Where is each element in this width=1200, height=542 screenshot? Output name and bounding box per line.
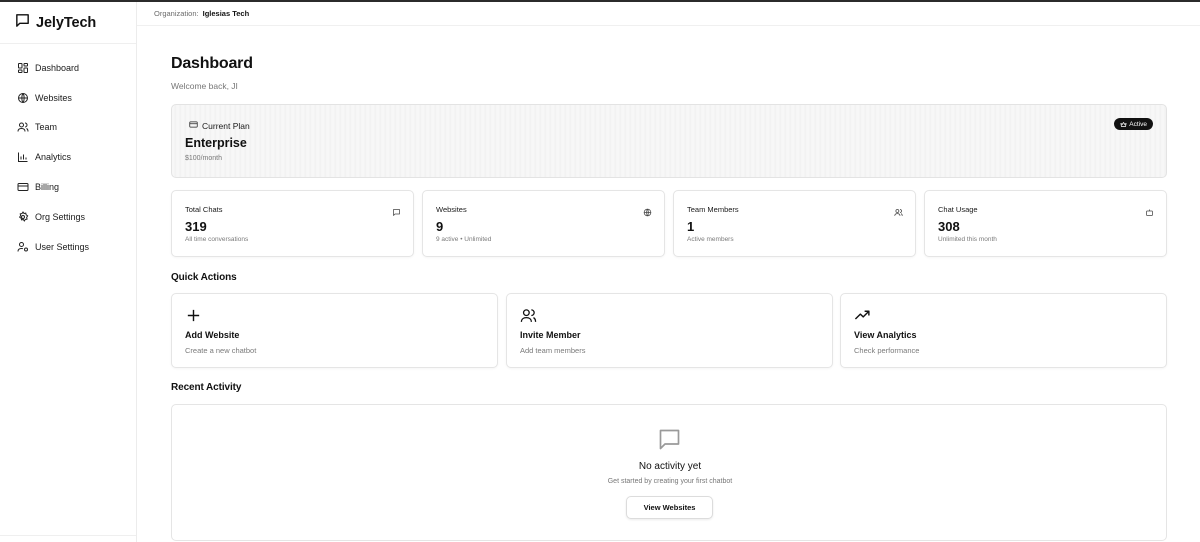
plan-name: Enterprise <box>185 136 247 150</box>
bar-chart-icon <box>17 151 29 163</box>
page-title: Dashboard <box>171 55 253 72</box>
message-square-icon <box>14 12 31 34</box>
plan-header: Current Plan <box>185 120 250 131</box>
stat-card-team-members: Team Members 1 Active members <box>673 190 916 257</box>
stat-title: Chat Usage <box>938 205 978 214</box>
current-plan-card: Current Plan Enterprise $100/month Activ… <box>171 104 1167 178</box>
action-title: Invite Member <box>520 330 581 340</box>
status-badge-label: Active <box>1129 120 1147 128</box>
action-subtitle: Create a new chatbot <box>185 346 257 355</box>
sidebar: JelyTech Dashboard Websites Team Analyti… <box>0 2 137 542</box>
sidebar-item-label: Analytics <box>35 152 72 163</box>
action-title: View Analytics <box>854 330 917 340</box>
view-websites-button[interactable]: View Websites <box>626 496 713 519</box>
stat-title: Websites <box>436 205 467 214</box>
stat-title: Total Chats <box>185 205 223 214</box>
sidebar-item-websites[interactable]: Websites <box>0 83 136 113</box>
sidebar-item-billing[interactable]: Billing <box>0 172 136 202</box>
stat-title: Team Members <box>687 205 739 214</box>
bot-icon <box>1145 204 1154 216</box>
stat-value: 1 <box>687 219 695 234</box>
action-subtitle: Add team members <box>520 346 586 355</box>
status-badge: Active <box>1114 118 1153 130</box>
globe-icon <box>643 204 652 217</box>
sidebar-item-label: Dashboard <box>35 62 80 73</box>
users-icon <box>17 121 29 133</box>
org-label: Organization: <box>154 9 199 18</box>
stat-subtitle: 9 active • Unlimited <box>436 236 492 243</box>
sidebar-item-label: Websites <box>35 92 72 103</box>
org-name[interactable]: Iglesias Tech <box>203 9 250 18</box>
plus-icon <box>185 307 202 324</box>
sidebar-item-user-settings[interactable]: User Settings <box>0 232 136 262</box>
sidebar-divider <box>0 535 136 536</box>
stats-row: Total Chats 319 All time conversations W… <box>171 190 1167 257</box>
sidebar-item-dashboard[interactable]: Dashboard <box>0 53 136 83</box>
plan-label: Current Plan <box>202 120 250 131</box>
stat-subtitle: Unlimited this month <box>938 236 997 243</box>
sidebar-item-team[interactable]: Team <box>0 113 136 143</box>
recent-activity-title: Recent Activity <box>171 382 242 393</box>
action-title: Add Website <box>185 330 240 340</box>
users-icon <box>894 204 903 216</box>
sidebar-item-label: Team <box>35 122 58 133</box>
stat-subtitle: All time conversations <box>185 236 249 243</box>
sidebar-item-analytics[interactable]: Analytics <box>0 142 136 172</box>
quick-actions: Add Website Create a new chatbot Invite … <box>171 293 1167 368</box>
credit-card-icon <box>17 181 29 193</box>
sidebar-item-org-settings[interactable]: Org Settings <box>0 202 136 232</box>
plan-price: $100/month <box>185 155 222 162</box>
sidebar-item-label: Org Settings <box>35 211 86 222</box>
invite-member-action[interactable]: Invite Member Add team members <box>506 293 833 368</box>
trending-up-icon <box>854 307 871 324</box>
message-icon <box>656 426 683 453</box>
stat-card-websites: Websites 9 9 active • Unlimited <box>422 190 665 257</box>
sidebar-nav: Dashboard Websites Team Analytics Billin… <box>0 44 136 262</box>
dashboard-icon <box>17 62 29 74</box>
brand-name: JelyTech <box>36 14 97 31</box>
stat-value: 319 <box>185 219 207 234</box>
stat-card-total-chats: Total Chats 319 All time conversations <box>171 190 414 257</box>
view-analytics-action[interactable]: View Analytics Check performance <box>840 293 1167 368</box>
message-icon <box>392 204 401 216</box>
stat-card-chat-usage: Chat Usage 308 Unlimited this month <box>924 190 1167 257</box>
empty-state-subtitle: Get started by creating your first chatb… <box>607 478 733 485</box>
globe-icon <box>17 92 29 104</box>
brand[interactable]: JelyTech <box>0 2 136 44</box>
stat-value: 308 <box>938 219 960 234</box>
sidebar-item-label: User Settings <box>35 241 90 252</box>
crown-icon <box>1120 121 1127 127</box>
user-cog-icon <box>17 241 29 253</box>
users-icon <box>520 307 537 324</box>
recent-activity-panel: No activity yet Get started by creating … <box>171 404 1167 541</box>
action-subtitle: Check performance <box>854 346 920 355</box>
org-bar: Organization: Iglesias Tech <box>137 2 1200 26</box>
quick-actions-title: Quick Actions <box>171 272 237 283</box>
credit-card-icon <box>189 120 198 131</box>
add-website-action[interactable]: Add Website Create a new chatbot <box>171 293 498 368</box>
empty-state-title: No activity yet <box>638 461 702 472</box>
welcome-text: Welcome back, JI <box>171 81 238 91</box>
gear-icon <box>17 210 29 223</box>
stat-subtitle: Active members <box>687 236 734 243</box>
stat-value: 9 <box>436 219 444 234</box>
sidebar-item-label: Billing <box>35 182 60 193</box>
